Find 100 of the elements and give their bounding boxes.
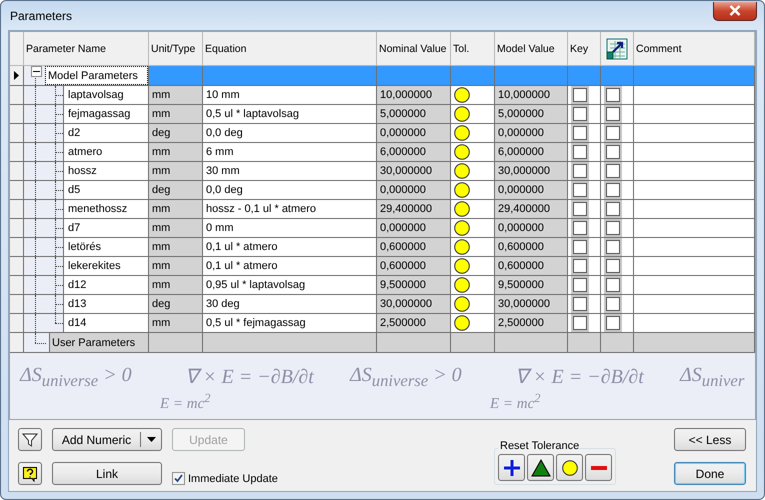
- plus-icon: [504, 460, 520, 476]
- add-numeric-button[interactable]: Add Numeric: [52, 428, 162, 451]
- equation-field[interactable]: 0,5 ul * fejmagassag: [203, 314, 377, 333]
- parameter-name[interactable]: atmero: [63, 143, 148, 161]
- group-name[interactable]: Model Parameters: [45, 66, 148, 85]
- reset-tolerance-button[interactable]: [498, 454, 525, 481]
- comment-field[interactable]: [634, 276, 755, 295]
- table-cell: 30,000000: [377, 162, 451, 181]
- row-header[interactable]: [10, 66, 24, 86]
- comment-field[interactable]: [634, 295, 755, 314]
- export-checkbox[interactable]: [606, 240, 620, 254]
- key-checkbox[interactable]: [573, 259, 587, 273]
- reset-tolerance-button[interactable]: [527, 454, 554, 481]
- export-checkbox[interactable]: [606, 183, 620, 197]
- help-button[interactable]: [18, 462, 42, 485]
- table-cell: mm: [149, 257, 203, 276]
- comment-field[interactable]: [634, 314, 755, 333]
- comment-field[interactable]: [634, 181, 755, 200]
- collapse-toggle[interactable]: [31, 66, 42, 77]
- table-cell: 2,500000: [495, 314, 568, 333]
- export-checkbox[interactable]: [606, 221, 620, 235]
- filter-button[interactable]: [18, 428, 42, 451]
- link-button[interactable]: Link: [52, 462, 162, 485]
- parameter-name[interactable]: d13: [63, 295, 148, 313]
- comment-field[interactable]: [634, 200, 755, 219]
- corner-cell[interactable]: [10, 32, 24, 66]
- column-header[interactable]: Parameter Name: [24, 32, 149, 66]
- export-checkbox[interactable]: [606, 107, 620, 121]
- export-checkbox[interactable]: [606, 259, 620, 273]
- comment-field[interactable]: [634, 124, 755, 143]
- column-header[interactable]: Model Value: [495, 32, 568, 66]
- parameter-name[interactable]: d12: [63, 276, 148, 294]
- column-header[interactable]: Tol.: [451, 32, 495, 66]
- parameter-name[interactable]: lekerekites: [63, 257, 148, 275]
- equation-field[interactable]: 30 mm: [203, 162, 377, 181]
- key-checkbox[interactable]: [573, 145, 587, 159]
- key-checkbox[interactable]: [573, 221, 587, 235]
- table-cell: mm: [149, 200, 203, 219]
- key-checkbox[interactable]: [573, 202, 587, 216]
- export-checkbox[interactable]: [606, 316, 620, 330]
- parameter-name[interactable]: fejmagassag: [63, 105, 148, 123]
- equation-field[interactable]: hossz - 0,1 ul * atmero: [203, 200, 377, 219]
- equation-field[interactable]: 0 mm: [203, 219, 377, 238]
- export-checkbox[interactable]: [606, 164, 620, 178]
- export-checkbox[interactable]: [606, 88, 620, 102]
- key-checkbox[interactable]: [573, 278, 587, 292]
- key-checkbox[interactable]: [573, 297, 587, 311]
- equation-field[interactable]: 30 deg: [203, 295, 377, 314]
- key-checkbox[interactable]: [573, 107, 587, 121]
- close-button[interactable]: [713, 2, 757, 20]
- parameter-name[interactable]: d2: [63, 124, 148, 142]
- export-checkbox[interactable]: [606, 278, 620, 292]
- less-button[interactable]: << Less: [674, 428, 746, 451]
- column-header[interactable]: Equation: [203, 32, 377, 66]
- table-cell: 30,000000: [495, 295, 568, 314]
- key-checkbox[interactable]: [573, 183, 587, 197]
- key-checkbox[interactable]: [573, 164, 587, 178]
- column-header[interactable]: Comment: [634, 32, 755, 66]
- group-name[interactable]: User Parameters: [49, 333, 148, 352]
- parameter-name[interactable]: letörés: [63, 238, 148, 256]
- close-icon: [729, 5, 741, 16]
- export-checkbox[interactable]: [606, 145, 620, 159]
- export-checkbox[interactable]: [606, 202, 620, 216]
- equation-field[interactable]: 0,0 deg: [203, 181, 377, 200]
- parameter-name[interactable]: d5: [63, 181, 148, 199]
- export-checkbox[interactable]: [606, 126, 620, 140]
- checkbox-label[interactable]: Immediate Update: [188, 472, 278, 484]
- equation-field[interactable]: 0,95 ul * laptavolsag: [203, 276, 377, 295]
- equation-field[interactable]: 0,0 deg: [203, 124, 377, 143]
- comment-field[interactable]: [634, 86, 755, 105]
- parameter-name[interactable]: d14: [63, 314, 148, 332]
- comment-field[interactable]: [634, 219, 755, 238]
- column-header[interactable]: Key: [568, 32, 601, 66]
- comment-field[interactable]: [634, 143, 755, 162]
- key-checkbox[interactable]: [573, 316, 587, 330]
- comment-field[interactable]: [634, 238, 755, 257]
- parameter-name[interactable]: menethossz: [63, 200, 148, 218]
- comment-field[interactable]: [634, 257, 755, 276]
- export-checkbox[interactable]: [606, 297, 620, 311]
- parameter-name[interactable]: d7: [63, 219, 148, 237]
- parameter-name[interactable]: hossz: [63, 162, 148, 180]
- key-checkbox[interactable]: [573, 240, 587, 254]
- done-button[interactable]: Done: [674, 462, 746, 485]
- reset-tolerance-button[interactable]: [556, 454, 583, 481]
- comment-field[interactable]: [634, 162, 755, 181]
- table-cell: deg: [149, 295, 203, 314]
- comment-field[interactable]: [634, 105, 755, 124]
- key-checkbox[interactable]: [573, 126, 587, 140]
- table-cell: mm: [149, 276, 203, 295]
- equation-field[interactable]: 0,1 ul * atmero: [203, 238, 377, 257]
- immediate-update-checkbox[interactable]: [172, 472, 185, 485]
- parameter-name[interactable]: laptavolsag: [63, 86, 148, 104]
- background-formula: ΔS$_{universe}$ > 0: [350, 364, 463, 391]
- key-checkbox[interactable]: [573, 88, 587, 102]
- equation-field[interactable]: 0,5 ul * laptavolsag: [203, 105, 377, 124]
- equation-field[interactable]: 10 mm: [203, 86, 377, 105]
- equation-field[interactable]: 6 mm: [203, 143, 377, 162]
- equation-field[interactable]: 0,1 ul * atmero: [203, 257, 377, 276]
- column-header[interactable]: Nominal Value: [377, 32, 451, 66]
- column-header[interactable]: Unit/Type: [149, 32, 203, 66]
